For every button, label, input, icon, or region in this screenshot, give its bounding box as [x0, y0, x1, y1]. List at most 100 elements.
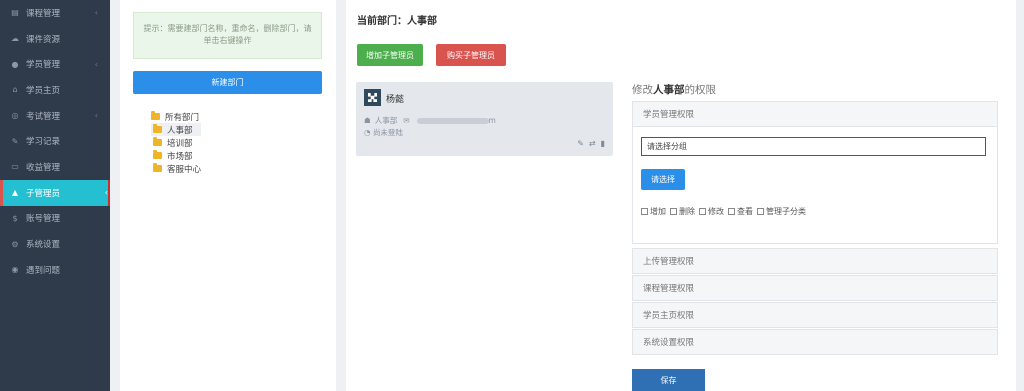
new-department-button[interactable]: 新建部门	[133, 71, 322, 94]
checkbox-modify[interactable]: 修改	[699, 206, 724, 217]
checkbox-label: 删除	[679, 207, 695, 216]
choose-button[interactable]: 请选择	[641, 169, 685, 190]
user-name: 杨懿	[386, 95, 405, 105]
status-icon: ◔	[364, 128, 373, 137]
checkbox-box[interactable]	[699, 208, 706, 215]
user-card[interactable]: 杨懿 ☗ 人事部 ✉ m ◔ 尚未登陆 ✎ ⇄ ▮	[356, 82, 613, 156]
mail-icon: ✉	[403, 116, 410, 125]
email-redacted	[416, 117, 489, 124]
sidebar-item-label: 遇到问题	[26, 265, 61, 276]
checkbox-label: 修改	[708, 207, 724, 216]
sidebar-item-student-management[interactable]: ● 学员管理 ‹	[0, 51, 110, 77]
tree-item-marketing[interactable]: 市场部	[151, 149, 201, 162]
sidebar-item-sub-admin[interactable]: ▲ 子管理员 ‹	[0, 179, 110, 206]
sidebar-item-help[interactable]: ◉ 遇到问题	[0, 257, 110, 283]
sidebar-item-label: 课程管理	[26, 8, 61, 19]
book-icon: ▤	[11, 8, 19, 18]
exam-icon: ◎	[11, 111, 19, 121]
avatar	[364, 89, 381, 106]
email-suffix: m	[488, 116, 496, 125]
wallet-icon: ▭	[11, 162, 19, 172]
checkbox-delete[interactable]: 删除	[670, 206, 695, 217]
tree-item-label: 市场部	[167, 151, 193, 162]
edit-icon[interactable]: ✎	[577, 139, 584, 148]
sidebar-item-courseware[interactable]: ☁ 课件资源	[0, 26, 110, 52]
chevron-left-icon: ‹	[94, 59, 98, 69]
cloud-icon: ☁	[11, 34, 19, 44]
tree-item-label: 客服中心	[167, 164, 202, 175]
checkbox-label: 管理子分类	[766, 207, 806, 216]
user-meta: ☗ 人事部 ✉ m	[364, 115, 496, 126]
sidebar: ▤ 课程管理 ‹ ☁ 课件资源 ● 学员管理 ‹ ⌂ 学员主页 ◎ 考试管理 ‹ ✎ 学习记录 ▭…	[0, 0, 110, 391]
sidebar-item-label: 系统设置	[26, 240, 61, 251]
checkbox-box[interactable]	[670, 208, 677, 215]
section-header[interactable]: 上传管理权限	[633, 249, 997, 273]
sidebar-item-label: 学员管理	[26, 60, 61, 71]
tree-item-label: 人事部	[167, 125, 193, 136]
tree-item-hr[interactable]: 人事部	[151, 123, 202, 136]
section-system-settings: 系统设置权限	[632, 329, 998, 355]
checkbox-box[interactable]	[728, 208, 735, 215]
section-header[interactable]: 系统设置权限	[633, 330, 997, 354]
sidebar-item-account[interactable]: $ 账号管理	[0, 206, 110, 232]
permission-checkboxes: 增加 删除 修改 查看 管理子分类	[641, 206, 810, 217]
folder-icon	[153, 124, 162, 133]
group-select-input[interactable]	[641, 137, 986, 156]
buy-sub-admin-button[interactable]: 购买子管理员	[436, 44, 506, 66]
add-sub-admin-button[interactable]: 增加子管理员	[357, 44, 423, 66]
chevron-left-icon: ‹	[94, 111, 98, 121]
user-status-text: 尚未登陆	[372, 128, 403, 137]
sidebar-item-revenue[interactable]: ▭ 收益管理	[0, 154, 110, 180]
tree-item-label: 所有部门	[165, 112, 200, 123]
tree-item-label: 培训部	[167, 138, 193, 149]
tip-box: 提示：需要建部门名称，重命名，删除部门，请单击右键操作	[133, 12, 322, 59]
current-department-title: 当前部门：人事部	[357, 16, 437, 27]
dollar-icon: $	[12, 213, 18, 223]
gear-icon: ⚙	[11, 239, 19, 249]
sidebar-item-settings[interactable]: ⚙ 系统设置	[0, 231, 110, 257]
save-button[interactable]: 保存	[632, 369, 705, 391]
section-header[interactable]: 学员主页权限	[633, 303, 997, 327]
checkbox-manage-subcategory[interactable]: 管理子分类	[757, 206, 806, 217]
sidebar-item-course-management[interactable]: ▤ 课程管理 ‹	[0, 0, 110, 26]
checkbox-box[interactable]	[641, 208, 648, 215]
department-icon: ☗	[364, 116, 371, 125]
transfer-icon[interactable]: ⇄	[589, 139, 596, 148]
record-icon: ✎	[11, 136, 19, 146]
sidebar-item-label: 考试管理	[26, 111, 61, 122]
sidebar-item-study-record[interactable]: ✎ 学习记录	[0, 128, 110, 154]
sidebar-item-label: 账号管理	[26, 214, 61, 225]
tree-item-all[interactable]: 所有部门	[151, 110, 201, 123]
help-icon: ◉	[11, 265, 19, 275]
checkbox-add[interactable]: 增加	[641, 206, 666, 217]
chevron-left-icon: ‹	[104, 188, 108, 198]
user-department: 人事部	[374, 116, 398, 125]
folder-icon	[153, 137, 162, 146]
section-header[interactable]: 学员管理权限	[633, 102, 997, 126]
chevron-left-icon: ‹	[94, 8, 98, 18]
section-student-management: 学员管理权限 请选择 增加 删除 修改 查看 管理子分类	[632, 101, 998, 244]
section-upload-management: 上传管理权限	[632, 248, 998, 274]
checkbox-label: 查看	[737, 207, 753, 216]
tree-item-training[interactable]: 培训部	[151, 136, 201, 149]
checkbox-label: 增加	[650, 207, 666, 216]
folder-icon	[153, 150, 162, 159]
tree-item-customer-service[interactable]: 客服中心	[151, 162, 201, 175]
sidebar-item-label: 课件资源	[26, 34, 61, 45]
main-panel: 当前部门：人事部 增加子管理员 购买子管理员 杨懿 ☗ 人事部 ✉ m ◔ 尚未…	[346, 0, 1016, 391]
card-actions: ✎ ⇄ ▮	[577, 139, 605, 148]
sidebar-item-exam-management[interactable]: ◎ 考试管理 ‹	[0, 103, 110, 129]
section-header[interactable]: 课程管理权限	[633, 276, 997, 300]
sidebar-item-student-home[interactable]: ⌂ 学员主页	[0, 77, 110, 103]
delete-icon[interactable]: ▮	[601, 139, 605, 148]
sidebar-item-label: 子管理员	[26, 188, 61, 199]
user-icon: ▲	[11, 188, 19, 198]
section-course-management: 课程管理权限	[632, 275, 998, 301]
permission-title-prefix: 修改	[632, 84, 653, 96]
section-student-home: 学员主页权限	[632, 302, 998, 328]
sidebar-item-label: 学习记录	[26, 137, 61, 148]
department-panel: 提示：需要建部门名称，重命名，删除部门，请单击右键操作 新建部门 所有部门 人事…	[120, 0, 336, 391]
checkbox-box[interactable]	[757, 208, 764, 215]
checkbox-view[interactable]: 查看	[728, 206, 753, 217]
permission-title: 修改人事部的权限	[632, 82, 716, 97]
